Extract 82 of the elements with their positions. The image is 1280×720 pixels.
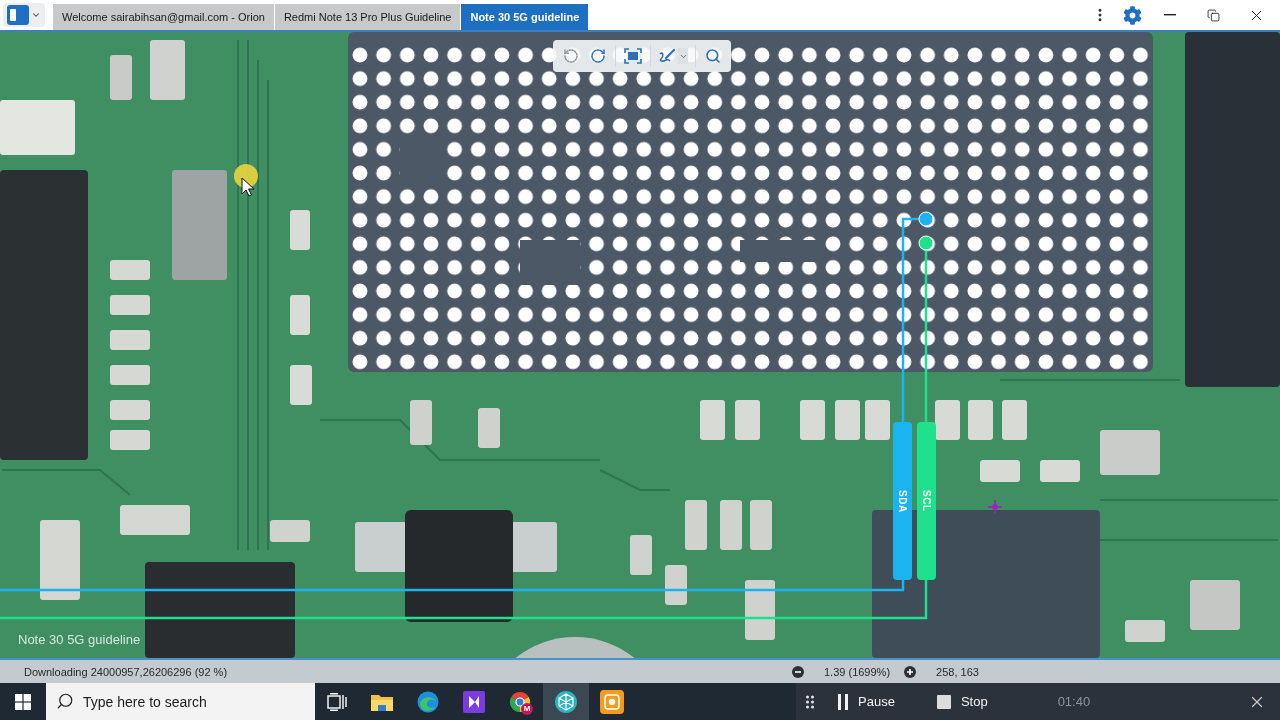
smd-component (120, 505, 190, 535)
stop-button[interactable]: Stop (930, 686, 994, 717)
taskbar-app-button[interactable]: M (497, 683, 543, 720)
settings-icon (1122, 5, 1142, 25)
smd-component (110, 400, 150, 420)
smd-component (270, 520, 310, 542)
smd-component (665, 565, 687, 605)
zoom-in-icon (904, 665, 917, 678)
stop-icon (936, 694, 951, 709)
swirl-icon (417, 690, 439, 713)
minimize-icon (1164, 14, 1176, 16)
recording-timer: 01:40 (1057, 694, 1091, 709)
fit-screen-icon (624, 48, 642, 64)
dropdown-caret-icon (678, 48, 688, 64)
app-panel-icon (7, 5, 29, 25)
smd-component (110, 55, 132, 100)
smd-component (935, 400, 960, 440)
camera-tile-icon (600, 689, 624, 714)
pin-marker-icon[interactable] (918, 235, 934, 251)
caret-icon (31, 10, 41, 20)
network-globe-icon (554, 689, 578, 714)
zoom-in-button[interactable] (904, 665, 917, 678)
smd-component (685, 500, 707, 550)
task-view-icon (327, 692, 347, 711)
signal-label: SDA (893, 422, 912, 580)
smd-component (745, 580, 775, 640)
smd-component (110, 295, 150, 315)
color-wheel-icon (509, 690, 531, 713)
zoom-out-icon (792, 665, 804, 678)
smd-component (1125, 620, 1165, 642)
tab[interactable]: Welcome sairabihsan@gmail.com - Orion (53, 4, 274, 30)
smd-component (750, 500, 772, 550)
image-caption: Note 30 5G guideline (18, 632, 141, 647)
smd-component (1190, 580, 1240, 630)
smd-component (410, 400, 432, 445)
smd-component (835, 400, 860, 440)
taskbar-search-field[interactable]: Type here to search (46, 683, 315, 720)
pin-marker-icon[interactable] (918, 211, 934, 227)
smd-component (110, 430, 150, 450)
smd-component (290, 210, 310, 250)
cursor-icon (232, 162, 260, 198)
smd-component (110, 365, 150, 385)
tab[interactable]: Redmi Note 13 Pro Plus Guideline (274, 4, 461, 30)
smd-component (1002, 400, 1027, 440)
smd-component (630, 535, 652, 575)
smd-component (1040, 460, 1080, 482)
tab[interactable]: Note 30 5G guideline (461, 4, 589, 30)
smd-component (150, 40, 185, 100)
smd-component (700, 400, 725, 440)
search-icon (56, 692, 74, 710)
app-menu-button[interactable] (3, 3, 45, 27)
smd-component (478, 408, 500, 448)
smd-component (865, 400, 890, 440)
circuit-trace (599, 469, 671, 491)
search-icon (705, 48, 721, 64)
rotate-right-icon (590, 48, 606, 64)
smd-component (720, 500, 742, 550)
smd-component (800, 400, 825, 440)
smd-component (290, 365, 312, 405)
smd-component (1100, 430, 1160, 475)
smd-component (290, 295, 310, 335)
pause-icon (838, 693, 848, 710)
rotate-left-icon (563, 48, 579, 64)
cursor-coordinates: 258, 163 (936, 665, 979, 678)
zoom-level: 1.39 (1699%) (824, 665, 891, 678)
smd-component (735, 400, 760, 440)
smd-component (980, 460, 1020, 482)
taskbar-app-button[interactable] (543, 683, 589, 720)
smd-component (110, 330, 150, 350)
pen-icon (658, 48, 676, 64)
profile-badge: M (521, 703, 533, 715)
signal-label: SCL (917, 422, 936, 580)
restore-icon (1206, 8, 1220, 22)
play-tile-icon (463, 690, 485, 713)
grip-icon[interactable] (806, 694, 814, 709)
crosshair-icon (988, 500, 1002, 514)
smd-component (968, 400, 993, 440)
smd-component (110, 260, 150, 280)
zoom-out-button[interactable] (792, 665, 804, 678)
pause-button[interactable]: Pause (832, 686, 901, 717)
windows-logo-icon (15, 693, 31, 710)
download-status: Downloading 24000957,26206296 (92 %) (24, 665, 228, 678)
